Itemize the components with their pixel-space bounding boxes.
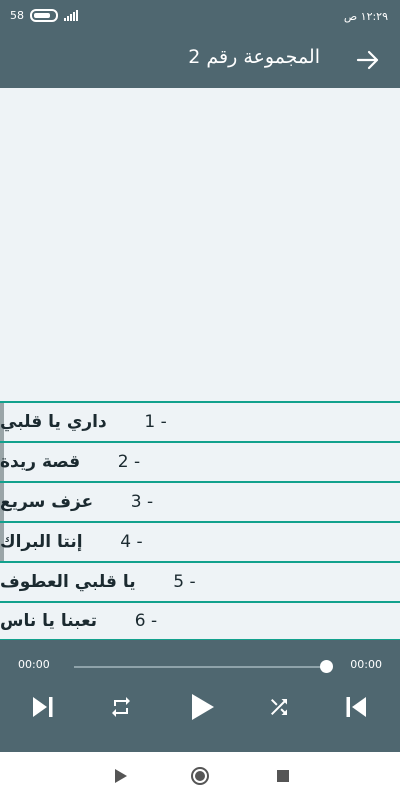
skip-previous-button[interactable] [340, 690, 374, 724]
status-time: ١٢:٢٩ ص [343, 10, 388, 23]
home-circle-icon[interactable] [190, 766, 210, 786]
app-bar: المجموعة رقم 2 [0, 34, 400, 88]
track-number: 6 - [134, 611, 158, 631]
seek-bar[interactable] [74, 666, 326, 668]
track-number: 1 - [144, 412, 167, 432]
track-row[interactable]: 1 - داري يا قلبي [0, 401, 400, 441]
shuffle-button[interactable] [262, 690, 296, 724]
skip-previous-icon [346, 697, 366, 717]
signal-icon [64, 10, 78, 21]
play-icon [192, 694, 214, 720]
skip-next-button[interactable] [25, 690, 59, 724]
track-number: 2 - [117, 452, 141, 472]
system-nav-bar [0, 752, 400, 800]
track-number: 4 - [120, 532, 143, 552]
play-button[interactable] [185, 690, 219, 724]
status-icons: 58 [10, 9, 78, 22]
status-bar: 58 ١٢:٢٩ ص [0, 0, 400, 34]
elapsed-time: 00:00 [18, 658, 50, 671]
audio-player: 00:00 00:00 [0, 640, 400, 752]
track-name: عزف سريع [0, 492, 94, 512]
shuffle-icon [271, 699, 287, 715]
battery-percent: 58 [10, 9, 24, 22]
seek-thumb[interactable] [320, 660, 333, 673]
total-time: 00:00 [350, 658, 382, 671]
track-name: يا قلبي العطوف [0, 572, 136, 592]
track-number: 5 - [173, 572, 196, 592]
track-row[interactable]: 4 - إنتا البراك [0, 521, 400, 561]
track-name: داري يا قلبي [0, 412, 107, 432]
repeat-icon [112, 697, 130, 717]
track-name: تعبنا يا ناس [0, 611, 98, 631]
track-list: 1 - داري يا قلبي 2 - قصة ريدة 3 - عزف سر… [0, 401, 400, 641]
arrow-right-icon[interactable] [354, 46, 382, 74]
track-row[interactable]: 3 - عزف سريع [0, 481, 400, 521]
track-row[interactable]: 2 - قصة ريدة [0, 441, 400, 481]
recents-square-icon[interactable] [273, 766, 293, 786]
track-name: قصة ريدة [0, 452, 81, 472]
skip-next-icon [33, 697, 53, 717]
back-triangle-icon[interactable] [111, 766, 131, 786]
track-row[interactable]: 5 - يا قلبي العطوف [0, 561, 400, 601]
repeat-button[interactable] [104, 690, 138, 724]
track-number: 3 - [130, 492, 154, 512]
track-row[interactable]: 6 - تعبنا يا ناس [0, 601, 400, 641]
track-name: إنتا البراك [0, 532, 83, 552]
battery-icon [30, 9, 58, 22]
page-title: المجموعة رقم 2 [188, 46, 320, 68]
